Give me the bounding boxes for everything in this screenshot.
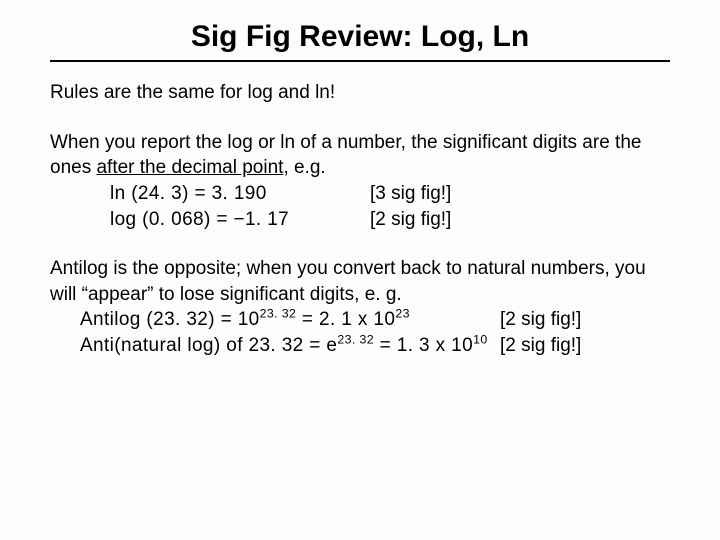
underlined-phrase: after the decimal point	[96, 157, 283, 178]
example-block: ln (24. 3) = 3. 190 [3 sig fig!] log (0.…	[50, 181, 670, 232]
equation-antiln: Anti(natural log) of 23. 32 = e23. 32 = …	[80, 333, 500, 359]
text-fragment: , e.g.	[283, 157, 325, 178]
sigfig-note: [2 sig fig!]	[500, 307, 581, 333]
antilog-paragraph: Antilog is the opposite; when you conver…	[50, 256, 670, 359]
example-row: ln (24. 3) = 3. 190 [3 sig fig!]	[110, 181, 670, 207]
sigfig-note: [2 sig fig!]	[500, 333, 581, 359]
slide-body: Rules are the same for log and ln! When …	[50, 80, 670, 359]
example-row: Anti(natural log) of 23. 32 = e23. 32 = …	[80, 333, 670, 359]
title-rule	[50, 60, 670, 62]
sigfig-note: [3 sig fig!]	[370, 181, 451, 207]
intro-line: Rules are the same for log and ln!	[50, 80, 670, 106]
equation-ln: ln (24. 3) = 3. 190	[110, 181, 370, 207]
slide: Sig Fig Review: Log, Ln Rules are the sa…	[0, 0, 720, 540]
equation-antilog: Antilog (23. 32) = 1023. 32 = 2. 1 x 102…	[80, 307, 500, 333]
log-rule-paragraph: When you report the log or ln of a numbe…	[50, 130, 670, 233]
example-block: Antilog (23. 32) = 1023. 32 = 2. 1 x 102…	[50, 307, 670, 358]
antilog-text: Antilog is the opposite; when you conver…	[50, 256, 670, 307]
example-row: Antilog (23. 32) = 1023. 32 = 2. 1 x 102…	[80, 307, 670, 333]
example-row: log (0. 068) = −1. 17 [2 sig fig!]	[110, 207, 670, 233]
slide-title: Sig Fig Review: Log, Ln	[50, 20, 670, 54]
equation-log: log (0. 068) = −1. 17	[110, 207, 370, 233]
sigfig-note: [2 sig fig!]	[370, 207, 451, 233]
